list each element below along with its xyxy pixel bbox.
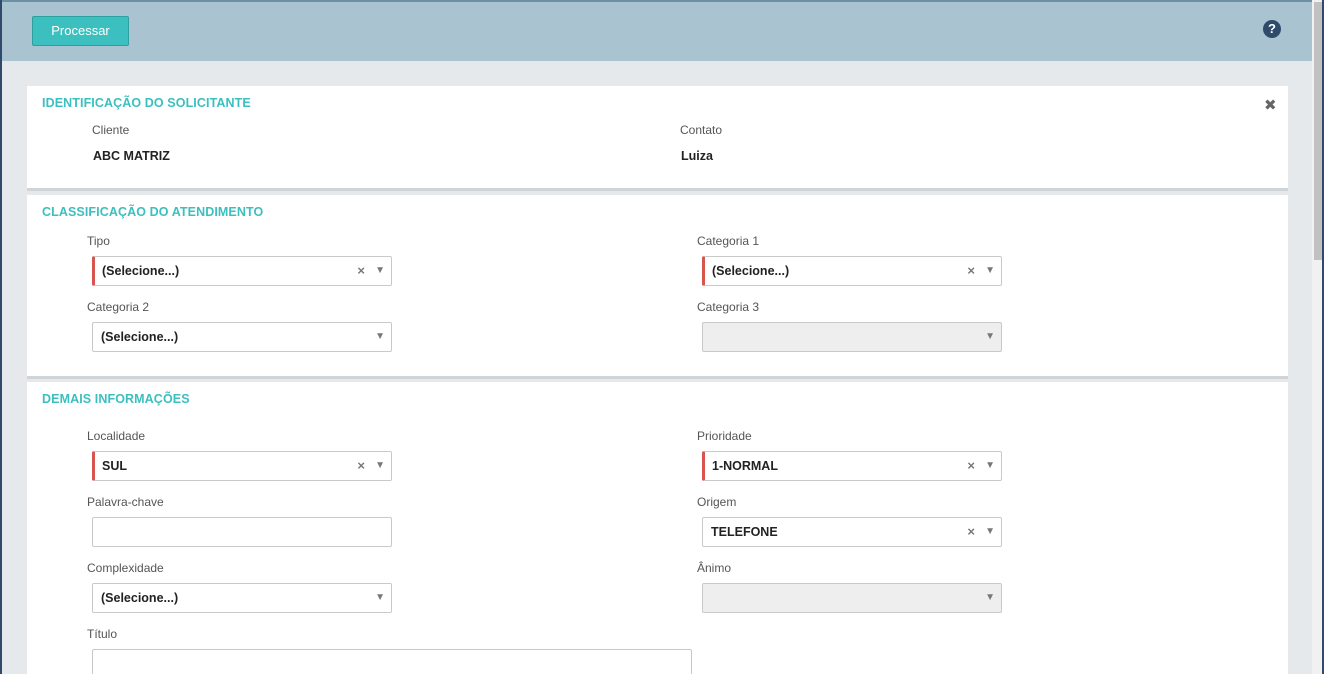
- chevron-down-icon[interactable]: ▼: [985, 452, 995, 480]
- close-icon[interactable]: ✖: [1264, 96, 1277, 114]
- palavra-chave-label: Palavra-chave: [87, 495, 164, 509]
- categoria1-selected-value: (Selecione...): [712, 264, 790, 278]
- chevron-down-icon[interactable]: ▼: [375, 323, 385, 351]
- animo-label: Ânimo: [697, 561, 732, 575]
- categoria2-selected-value: (Selecione...): [101, 330, 179, 344]
- categoria3-label: Categoria 3: [697, 300, 760, 314]
- clear-icon[interactable]: ×: [357, 257, 365, 285]
- origem-select[interactable]: TELEFONE × ▼: [702, 517, 1002, 547]
- localidade-label: Localidade: [87, 429, 146, 443]
- complexidade-label: Complexidade: [87, 561, 164, 575]
- top-toolbar: Processar ?: [2, 0, 1312, 61]
- scrollbar-thumb[interactable]: [1314, 2, 1322, 260]
- prioridade-select[interactable]: 1-NORMAL × ▼: [702, 451, 1002, 481]
- app-frame: Processar ? IDENTIFICAÇÃO DO SOLICITANTE…: [0, 0, 1324, 674]
- panel-title-demais: DEMAIS INFORMAÇÕES: [42, 392, 190, 406]
- chevron-down-icon[interactable]: ▼: [375, 584, 385, 612]
- clear-icon[interactable]: ×: [967, 518, 975, 546]
- tipo-selected-value: (Selecione...): [102, 264, 180, 278]
- clear-icon[interactable]: ×: [967, 257, 975, 285]
- cliente-label: Cliente: [92, 123, 130, 137]
- contato-label: Contato: [680, 123, 723, 137]
- panel-identificacao: IDENTIFICAÇÃO DO SOLICITANTE ✖ Cliente A…: [27, 86, 1288, 191]
- titulo-label: Título: [87, 627, 118, 641]
- contato-value: Luiza: [681, 149, 713, 163]
- help-icon[interactable]: ?: [1263, 20, 1281, 38]
- complexidade-selected-value: (Selecione...): [101, 591, 179, 605]
- chevron-down-icon[interactable]: ▼: [985, 257, 995, 285]
- complexidade-select[interactable]: (Selecione...) ▼: [92, 583, 392, 613]
- palavra-chave-input[interactable]: [92, 517, 392, 547]
- panel-title-identificacao: IDENTIFICAÇÃO DO SOLICITANTE: [42, 96, 251, 110]
- categoria2-select[interactable]: (Selecione...) ▼: [92, 322, 392, 352]
- clear-icon[interactable]: ×: [357, 452, 365, 480]
- origem-label: Origem: [697, 495, 737, 509]
- panel-demais-informacoes: DEMAIS INFORMAÇÕES Localidade SUL × ▼ Pr…: [27, 382, 1288, 674]
- prioridade-label: Prioridade: [697, 429, 752, 443]
- chevron-down-icon: ▼: [985, 331, 995, 342]
- vertical-scrollbar[interactable]: [1312, 0, 1322, 674]
- prioridade-selected-value: 1-NORMAL: [712, 459, 778, 473]
- categoria1-select[interactable]: (Selecione...) × ▼: [702, 256, 1002, 286]
- categoria3-select: ▼: [702, 322, 1002, 352]
- categoria1-label: Categoria 1: [697, 234, 760, 248]
- animo-select: ▼: [702, 583, 1002, 613]
- chevron-down-icon[interactable]: ▼: [375, 257, 385, 285]
- localidade-select[interactable]: SUL × ▼: [92, 451, 392, 481]
- origem-selected-value: TELEFONE: [711, 525, 778, 539]
- clear-icon[interactable]: ×: [967, 452, 975, 480]
- processar-button[interactable]: Processar: [32, 16, 129, 46]
- localidade-selected-value: SUL: [102, 459, 127, 473]
- chevron-down-icon[interactable]: ▼: [375, 452, 385, 480]
- chevron-down-icon[interactable]: ▼: [985, 518, 995, 546]
- panel-title-classificacao: CLASSIFICAÇÃO DO ATENDIMENTO: [42, 205, 264, 219]
- chevron-down-icon: ▼: [985, 592, 995, 603]
- categoria2-label: Categoria 2: [87, 300, 150, 314]
- panel-classificacao: CLASSIFICAÇÃO DO ATENDIMENTO Tipo (Selec…: [27, 195, 1288, 379]
- tipo-select[interactable]: (Selecione...) × ▼: [92, 256, 392, 286]
- tipo-label: Tipo: [87, 234, 110, 248]
- cliente-value: ABC MATRIZ: [93, 149, 170, 163]
- titulo-input[interactable]: [92, 649, 692, 674]
